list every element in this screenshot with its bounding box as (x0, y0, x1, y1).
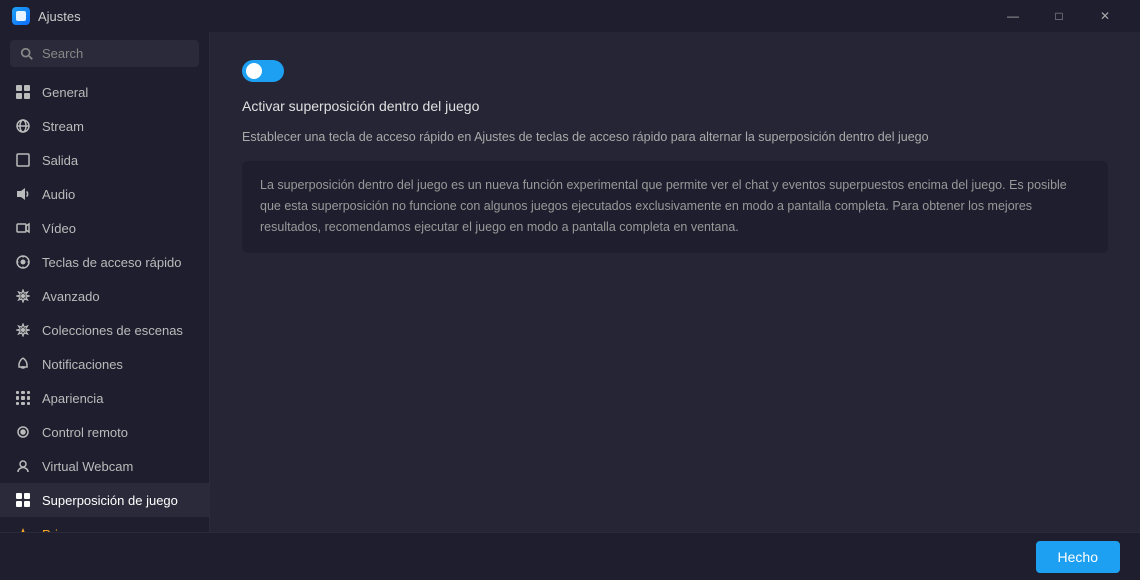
advanced-icon (14, 287, 32, 305)
toggle-knob (246, 63, 262, 79)
titlebar-left: Ajustes (12, 7, 81, 25)
sidebar-item-advanced[interactable]: Avanzado (0, 279, 209, 313)
sidebar-label-hotkeys: Teclas de acceso rápido (42, 255, 181, 270)
sidebar: Search General Stream (0, 32, 210, 532)
grid-icon (14, 83, 32, 101)
prime-icon (14, 525, 32, 532)
hotkey-hint: Establecer una tecla de acceso rápido en… (242, 128, 1108, 147)
audio-icon (14, 185, 32, 203)
description-text: La superposición dentro del juego es un … (260, 178, 1067, 235)
description-box: La superposición dentro del juego es un … (242, 161, 1108, 253)
scenes-icon (14, 321, 32, 339)
sidebar-label-stream: Stream (42, 119, 84, 134)
sidebar-item-overlay[interactable]: Superposición de juego (0, 483, 209, 517)
sidebar-label-overlay: Superposición de juego (42, 493, 178, 508)
toggle-row (242, 60, 1108, 82)
sidebar-item-salida[interactable]: Salida (0, 143, 209, 177)
appearance-icon (14, 389, 32, 407)
output-icon (14, 151, 32, 169)
maximize-button[interactable]: □ (1036, 0, 1082, 32)
search-container: Search (0, 40, 209, 75)
sidebar-label-video: Vídeo (42, 221, 76, 236)
sidebar-item-appearance[interactable]: Apariencia (0, 381, 209, 415)
sidebar-label-appearance: Apariencia (42, 391, 103, 406)
sidebar-item-scenes[interactable]: Colecciones de escenas (0, 313, 209, 347)
hotkeys-icon (14, 253, 32, 271)
sidebar-item-general[interactable]: General (0, 75, 209, 109)
search-icon (20, 47, 34, 61)
minimize-button[interactable]: — (990, 0, 1036, 32)
remote-icon (14, 423, 32, 441)
webcam-icon (14, 457, 32, 475)
sidebar-label-general: General (42, 85, 88, 100)
settings-panel: Activar superposición dentro del juego E… (210, 32, 1140, 532)
overlay-toggle[interactable] (242, 60, 284, 82)
footer: Hecho (0, 532, 1140, 580)
sidebar-label-scenes: Colecciones de escenas (42, 323, 183, 338)
app-icon (12, 7, 30, 25)
app-title: Ajustes (38, 9, 81, 24)
sidebar-item-audio[interactable]: Audio (0, 177, 209, 211)
main-content: Search General Stream (0, 32, 1140, 532)
video-icon (14, 219, 32, 237)
sidebar-item-webcam[interactable]: Virtual Webcam (0, 449, 209, 483)
done-button[interactable]: Hecho (1036, 541, 1120, 573)
sidebar-label-remote: Control remoto (42, 425, 128, 440)
overlay-toggle-section: Activar superposición dentro del juego E… (242, 60, 1108, 253)
sidebar-item-notifications[interactable]: Notificaciones (0, 347, 209, 381)
titlebar: Ajustes — □ ✕ (0, 0, 1140, 32)
overlay-icon (14, 491, 32, 509)
globe-icon (14, 117, 32, 135)
sidebar-item-prime[interactable]: Prime (0, 517, 209, 532)
sidebar-label-webcam: Virtual Webcam (42, 459, 133, 474)
sidebar-item-hotkeys[interactable]: Teclas de acceso rápido (0, 245, 209, 279)
toggle-label: Activar superposición dentro del juego (242, 98, 1108, 114)
close-button[interactable]: ✕ (1082, 0, 1128, 32)
sidebar-label-audio: Audio (42, 187, 75, 202)
sidebar-item-stream[interactable]: Stream (0, 109, 209, 143)
search-box[interactable]: Search (10, 40, 199, 67)
sidebar-label-notifications: Notificaciones (42, 357, 123, 372)
sidebar-item-video[interactable]: Vídeo (0, 211, 209, 245)
bell-icon (14, 355, 32, 373)
window-controls: — □ ✕ (990, 0, 1128, 32)
search-placeholder: Search (42, 46, 83, 61)
sidebar-item-remote[interactable]: Control remoto (0, 415, 209, 449)
sidebar-label-advanced: Avanzado (42, 289, 100, 304)
sidebar-label-salida: Salida (42, 153, 78, 168)
